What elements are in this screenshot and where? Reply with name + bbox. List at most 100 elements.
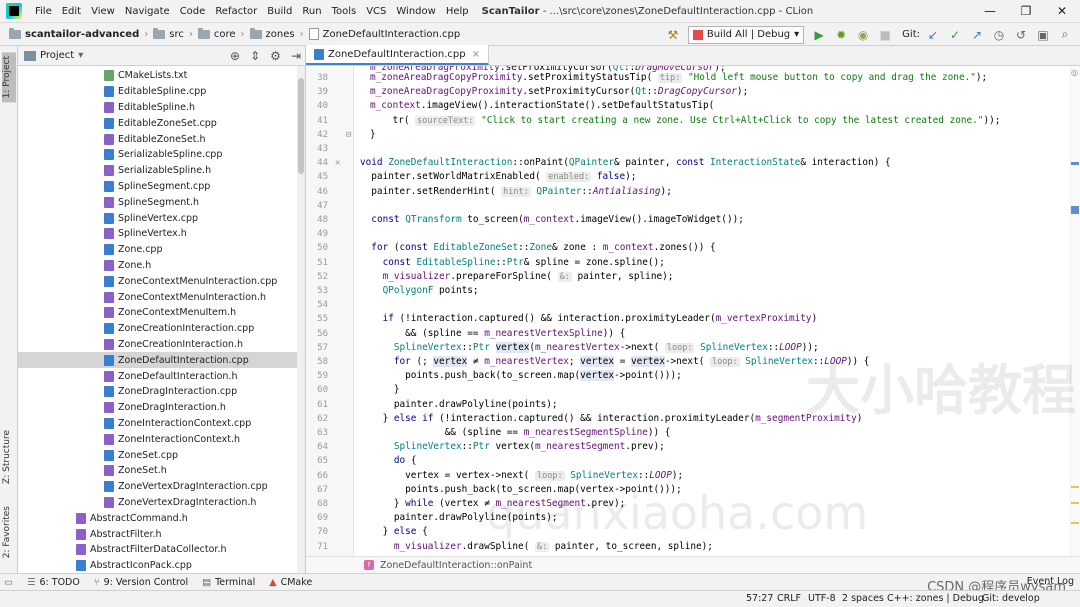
override-marker-icon[interactable]: ✕: [335, 158, 340, 168]
git-branch[interactable]: Git: develop: [982, 593, 1040, 604]
chevron-down-icon[interactable]: ▾: [78, 50, 83, 61]
toggle-tool-windows-icon[interactable]: ▭: [4, 577, 13, 588]
rollback-icon[interactable]: ↺: [1012, 26, 1030, 44]
project-tree-item[interactable]: ZoneInteractionContext.cpp: [18, 416, 298, 432]
tab-favorites[interactable]: 2: Favorites: [2, 506, 12, 558]
project-tree-item[interactable]: ZoneCreationInteraction.h: [18, 337, 298, 353]
line-number[interactable]: 61: [306, 400, 328, 410]
line-number[interactable]: 51: [306, 258, 328, 268]
project-tree-item[interactable]: Zone.h: [18, 258, 298, 274]
vcs-push-icon[interactable]: ↗: [968, 26, 986, 44]
line-separator[interactable]: CRLF: [777, 593, 801, 604]
code-line[interactable]: SplineVertex::Ptr vertex(m_nearestSegmen…: [360, 440, 665, 454]
code-line[interactable]: painter.drawPolyline(points);: [360, 398, 558, 412]
warning-marker[interactable]: [1071, 522, 1079, 524]
vcs-update-icon[interactable]: ↙: [924, 26, 942, 44]
code-line[interactable]: painter.setWorldMatrixEnabled( enabled: …: [360, 170, 636, 184]
line-number[interactable]: 60: [306, 385, 328, 395]
code-line[interactable]: }: [370, 128, 376, 142]
code-line[interactable]: tr( sourceText: "Click to start creating…: [370, 114, 1000, 128]
menu-refactor[interactable]: Refactor: [210, 6, 262, 17]
project-structure-icon[interactable]: ▣: [1034, 26, 1052, 44]
menu-build[interactable]: Build: [262, 6, 297, 17]
project-tree-item[interactable]: SplineVertex.h: [18, 226, 298, 242]
code-line[interactable]: QPolygonF points;: [360, 284, 479, 298]
line-number[interactable]: 39: [306, 87, 328, 97]
line-number[interactable]: 56: [306, 329, 328, 339]
fold-icon[interactable]: ⊟: [346, 130, 351, 140]
tab-project[interactable]: 1: Project: [2, 52, 16, 103]
code-line[interactable]: m_zoneAreaDragCopyProximity.setProximity…: [370, 71, 987, 85]
line-number[interactable]: 42: [306, 130, 328, 140]
editor-breadcrumb[interactable]: f ZoneDefaultInteraction::onPaint: [306, 556, 1080, 573]
code-line[interactable]: m_zoneAreaDragCopyProximity.setProximity…: [370, 85, 748, 99]
hide-panel-icon[interactable]: ⇥: [291, 49, 301, 63]
code-line[interactable]: points.push_back(to_screen.map(vertex->p…: [360, 369, 682, 383]
project-tree-item[interactable]: EditableSpline.h: [18, 100, 298, 116]
menu-view[interactable]: View: [86, 6, 120, 17]
line-number[interactable]: 45: [306, 172, 328, 182]
gear-icon[interactable]: ⚙: [270, 49, 281, 63]
line-number[interactable]: 46: [306, 187, 328, 197]
line-number[interactable]: 68: [306, 499, 328, 509]
menu-navigate[interactable]: Navigate: [120, 6, 175, 17]
run-icon[interactable]: ▶: [810, 26, 828, 44]
line-number[interactable]: 70: [306, 527, 328, 537]
close-tab-icon[interactable]: ×: [472, 49, 480, 60]
menu-file[interactable]: File: [30, 6, 57, 17]
project-tree-item[interactable]: AbstractCommand.h: [18, 510, 298, 526]
breadcrumb-zones[interactable]: zones: [247, 27, 298, 40]
indent-setting[interactable]: 2 spaces: [842, 593, 884, 604]
line-number[interactable]: 62: [306, 414, 328, 424]
run-config-select[interactable]: Build All | Debug ▾: [687, 25, 805, 44]
code-line[interactable]: if (!interaction.captured() && interacti…: [360, 312, 818, 326]
menu-window[interactable]: Window: [391, 6, 440, 17]
tab-structure[interactable]: Z: Structure: [2, 430, 12, 484]
code-line[interactable]: const QTransform to_screen(m_context.ima…: [360, 213, 744, 227]
todo-button[interactable]: ☰ 6: TODO: [27, 577, 80, 588]
maximize-button[interactable]: ❐: [1008, 0, 1044, 23]
code-line[interactable]: m_context.imageView().interactionState()…: [370, 99, 714, 113]
project-tree-item[interactable]: ZoneContextMenuItem.h: [18, 305, 298, 321]
project-scrollbar[interactable]: [297, 66, 305, 573]
terminal-button[interactable]: ▤ Terminal: [202, 577, 255, 588]
editor-scrollbar[interactable]: ◎: [1070, 66, 1080, 556]
project-tree-item[interactable]: ZoneVertexDragInteraction.h: [18, 495, 298, 511]
warning-marker[interactable]: [1071, 502, 1079, 504]
line-number[interactable]: 69: [306, 513, 328, 523]
project-tree-item[interactable]: SplineSegment.h: [18, 194, 298, 210]
code-line[interactable]: SplineVertex::Ptr vertex(m_nearestVertex…: [360, 341, 819, 355]
code-line[interactable]: vertex = vertex->next( loop: SplineVerte…: [360, 469, 683, 483]
menu-vcs[interactable]: VCS: [361, 6, 391, 17]
project-tree-item[interactable]: ZoneDragInteraction.cpp: [18, 384, 298, 400]
line-number[interactable]: 49: [306, 229, 328, 239]
line-number[interactable]: 64: [306, 442, 328, 452]
line-number[interactable]: 38: [306, 73, 328, 83]
breadcrumb-file[interactable]: ZoneDefaultInteraction.cpp: [306, 28, 464, 40]
resolve-context[interactable]: C++: zones | Debug: [887, 593, 984, 604]
debug-icon[interactable]: ✹: [832, 26, 850, 44]
project-tree-item[interactable]: ZoneSet.cpp: [18, 447, 298, 463]
menu-tools[interactable]: Tools: [327, 6, 362, 17]
code-line[interactable]: m_visualizer.prepareForSpline( &: painte…: [360, 270, 673, 284]
code-area[interactable]: m_zoneAreaDragProximity.setProximityCurs…: [360, 66, 1060, 556]
project-tree-item[interactable]: AbstractFilterDataCollector.h: [18, 542, 298, 558]
line-number[interactable]: 55: [306, 314, 328, 324]
warning-marker[interactable]: [1071, 486, 1079, 488]
project-scrollbar-thumb[interactable]: [298, 78, 304, 174]
breadcrumb-src[interactable]: src: [150, 27, 187, 40]
project-tree-item[interactable]: SplineSegment.cpp: [18, 179, 298, 195]
menu-code[interactable]: Code: [175, 6, 211, 17]
project-tree-item[interactable]: CMakeLists.txt: [18, 68, 298, 84]
project-tree-item[interactable]: ZoneDefaultInteraction.h: [18, 368, 298, 384]
line-number[interactable]: 67: [306, 485, 328, 495]
breadcrumb-project[interactable]: scantailor-advanced: [6, 27, 142, 40]
line-number[interactable]: 57: [306, 343, 328, 353]
line-number[interactable]: 54: [306, 300, 328, 310]
line-number[interactable]: 41: [306, 116, 328, 126]
line-number[interactable]: 50: [306, 243, 328, 253]
editor-gutter[interactable]: 38 39 40 41 42 43 44 45 46 47 48 49 50 51 52 53 54 55 56 57…: [306, 66, 354, 556]
code-line[interactable]: } while (vertex ≠ m_nearestSegment.prev)…: [360, 497, 625, 511]
project-tree-item[interactable]: AbstractFilter.h: [18, 526, 298, 542]
stop-icon[interactable]: ■: [876, 26, 894, 44]
